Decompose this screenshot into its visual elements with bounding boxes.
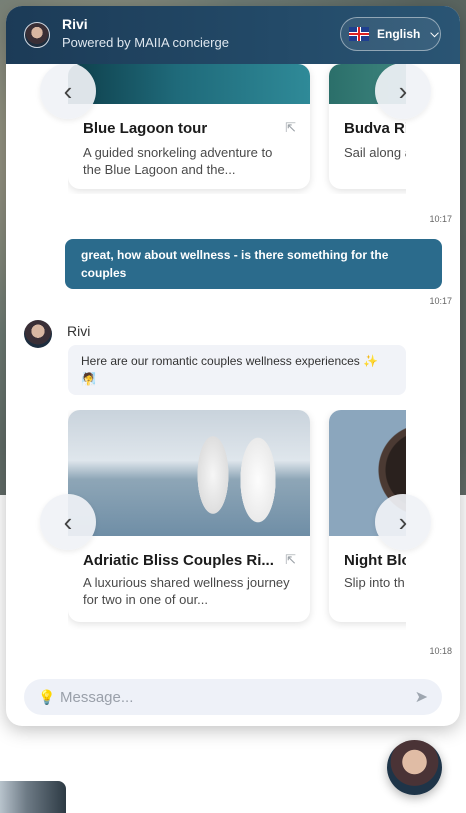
message-time: 10:17 (429, 214, 452, 224)
wellness-carousel: Adriatic Bliss Couples Ri... ⇱ A luxurio… (68, 410, 406, 630)
lightbulb-icon[interactable]: 💡 (38, 689, 55, 705)
message-composer: 💡 ➤ (24, 679, 442, 715)
carousel-prev-button[interactable]: ‹ (40, 494, 96, 550)
card-title: Adriatic Bliss Couples Ri... (83, 552, 274, 569)
background-thumbnail (0, 781, 66, 813)
experience-card[interactable]: Adriatic Bliss Couples Ri... ⇱ A luxurio… (68, 410, 310, 622)
message-input[interactable] (60, 688, 415, 706)
card-description: Slip into th a unique t (344, 575, 406, 590)
user-message-bubble: great, how about wellness - is there som… (65, 239, 442, 289)
chat-window: Rivi Powered by MAIIA concierge English … (6, 6, 460, 726)
card-image (68, 64, 310, 104)
send-icon[interactable]: ➤ (415, 687, 428, 707)
assistant-message-bubble: Here are our romantic couples wellness e… (68, 345, 406, 395)
message-list[interactable]: Blue Lagoon tour ⇱ A guided snorkeling a… (6, 64, 460, 668)
chat-header: Rivi Powered by MAIIA concierge English … (6, 6, 460, 64)
language-label: English (377, 27, 421, 41)
carousel-next-button[interactable]: › (375, 494, 431, 550)
message-time: 10:18 (429, 646, 452, 656)
card-title: Budva Ri (344, 120, 406, 137)
assistant-avatar (24, 320, 52, 348)
card-title: Night Blo (344, 552, 406, 569)
message-time: 10:17 (429, 296, 452, 306)
carousel-next-button[interactable]: › (375, 64, 431, 119)
experience-card[interactable]: Blue Lagoon tour ⇱ A guided snorkeling a… (68, 64, 310, 189)
card-image (68, 410, 310, 536)
card-description: A guided snorkeling adventure to the Blu… (83, 145, 273, 177)
chevron-down-icon: ⌵ (430, 27, 439, 40)
powered-by-text: Powered by MAIIA concierge (62, 35, 229, 50)
card-title: Blue Lagoon tour (83, 120, 208, 137)
card-description: A luxurious shared wellness journey for … (83, 575, 290, 607)
experience-carousel: Blue Lagoon tour ⇱ A guided snorkeling a… (68, 64, 406, 194)
external-link-icon[interactable]: ⇱ (285, 120, 296, 136)
assistant-avatar (24, 22, 50, 48)
carousel-prev-button[interactable]: ‹ (40, 64, 96, 119)
language-selector[interactable]: English ⌵ (340, 17, 441, 51)
assistant-name: Rivi (67, 323, 91, 339)
external-link-icon[interactable]: ⇱ (285, 552, 296, 568)
assistant-launcher-button[interactable] (387, 740, 442, 795)
assistant-name: Rivi (62, 16, 88, 32)
card-description: Sail along as the sun (344, 145, 406, 160)
uk-flag-icon (349, 27, 369, 41)
